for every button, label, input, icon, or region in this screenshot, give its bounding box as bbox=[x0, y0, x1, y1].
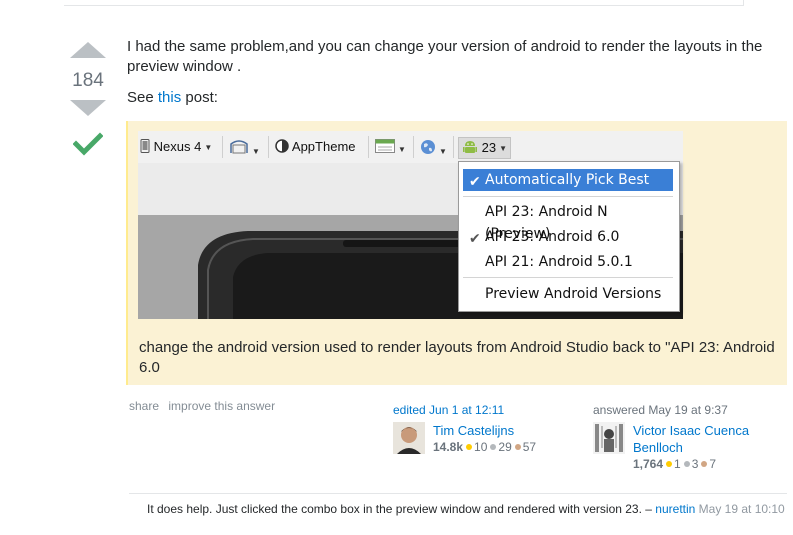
comment: It does help. Just clicked the combo box… bbox=[147, 501, 787, 517]
bronze-badge-icon bbox=[701, 461, 708, 468]
android-icon bbox=[463, 141, 477, 153]
avatar[interactable] bbox=[393, 422, 425, 454]
gold-badge-icon bbox=[466, 444, 473, 451]
editor-signature: edited Jun 1 at 12:11 bbox=[393, 403, 504, 417]
orientation-icon bbox=[230, 140, 248, 154]
chevron-down-icon: ▼ bbox=[252, 146, 260, 156]
menu-item-preview-versions[interactable]: Preview Android Versions bbox=[463, 283, 673, 305]
menu-divider bbox=[463, 196, 673, 197]
menu-item-api-21[interactable]: API 21: Android 5.0.1 bbox=[463, 251, 673, 273]
share-link[interactable]: share bbox=[129, 399, 159, 413]
quote-text: change the android version used to rende… bbox=[139, 339, 775, 376]
editor-reputation: 14.8k 10 29 57 bbox=[433, 440, 537, 454]
comment-divider bbox=[129, 493, 787, 494]
author-name[interactable]: Victor Isaac Cuenca Benlloch bbox=[633, 422, 749, 456]
accepted-check-icon bbox=[72, 132, 104, 156]
author-signature: answered May 19 at 9:37 bbox=[593, 403, 728, 417]
comment-text: It does help. Just clicked the combo box… bbox=[147, 502, 652, 516]
answered-time: answered May 19 at 9:37 bbox=[593, 403, 728, 417]
bronze-badge-icon bbox=[514, 444, 521, 451]
chevron-down-icon: ▼ bbox=[398, 144, 406, 154]
post-actions: share improve this answer bbox=[129, 399, 281, 413]
author-reputation: 1,764 1 3 7 bbox=[633, 457, 717, 471]
downvote-icon[interactable] bbox=[70, 100, 106, 116]
device-selector: Nexus 4 ▼ bbox=[140, 139, 212, 155]
checkmark-icon: ✔ bbox=[469, 231, 481, 247]
activity-selector: ▼ bbox=[375, 139, 406, 155]
api-selector: 23 ▼ bbox=[458, 137, 512, 159]
avatar[interactable] bbox=[593, 422, 625, 454]
orientation-selector: ▼ bbox=[229, 139, 260, 156]
preview-toolbar: Nexus 4 ▼ ▼ AppTheme ▼ ▼ 23 ▼ bbox=[138, 131, 683, 163]
api-dropdown-menu: ✔ Automatically Pick Best API 23: Android… bbox=[458, 161, 680, 312]
author-avatar-image bbox=[593, 422, 625, 454]
vote-cell: 184 bbox=[68, 40, 108, 161]
answer-paragraph: I had the same problem,and you can chang… bbox=[127, 38, 763, 75]
toolbar-separator bbox=[368, 136, 369, 158]
editor-name[interactable]: Tim Castelijns bbox=[433, 422, 514, 439]
this-post-link[interactable]: this bbox=[158, 89, 181, 106]
gold-badge-icon bbox=[666, 461, 673, 468]
comment-date[interactable]: May 19 at 10:10 bbox=[699, 502, 785, 516]
toolbar-separator bbox=[453, 136, 454, 158]
checkmark-icon: ✔ bbox=[469, 174, 481, 190]
top-divider-edge bbox=[743, 0, 744, 6]
chevron-down-icon: ▼ bbox=[499, 143, 508, 153]
toolbar-separator bbox=[413, 136, 414, 158]
vote-count: 184 bbox=[72, 70, 104, 91]
globe-icon bbox=[421, 140, 435, 154]
improve-link[interactable]: improve this answer bbox=[168, 399, 275, 413]
chevron-down-icon: ▼ bbox=[204, 142, 213, 152]
locale-selector: ▼ bbox=[420, 139, 447, 156]
edited-time-link[interactable]: edited Jun 1 at 12:11 bbox=[393, 403, 504, 417]
toolbar-separator bbox=[222, 136, 223, 158]
answer-body: I had the same problem,and you can chang… bbox=[127, 37, 777, 119]
theme-icon bbox=[275, 139, 289, 153]
silver-badge-icon bbox=[683, 461, 690, 468]
menu-item-auto-pick-best[interactable]: ✔ Automatically Pick Best bbox=[463, 169, 673, 191]
phone-icon bbox=[140, 139, 150, 153]
menu-item-api-23-6[interactable]: ✔ API 23: Android 6.0 bbox=[463, 226, 673, 248]
theme-selector: AppTheme bbox=[275, 139, 356, 155]
layout-icon bbox=[375, 139, 395, 153]
chevron-down-icon: ▼ bbox=[439, 146, 447, 156]
top-divider bbox=[64, 5, 744, 6]
comment-user-link[interactable]: nurettin bbox=[655, 502, 695, 516]
menu-divider bbox=[463, 277, 673, 278]
toolbar-separator bbox=[268, 136, 269, 158]
answer-see-line: See this post: bbox=[127, 89, 218, 106]
blockquote: Nexus 4 ▼ ▼ AppTheme ▼ ▼ 23 ▼ change the… bbox=[126, 121, 787, 385]
upvote-icon[interactable] bbox=[70, 42, 106, 58]
silver-badge-icon bbox=[490, 444, 497, 451]
menu-item-api-23-n[interactable]: API 23: Android N (Preview) bbox=[463, 201, 673, 242]
editor-avatar-image bbox=[393, 422, 425, 454]
